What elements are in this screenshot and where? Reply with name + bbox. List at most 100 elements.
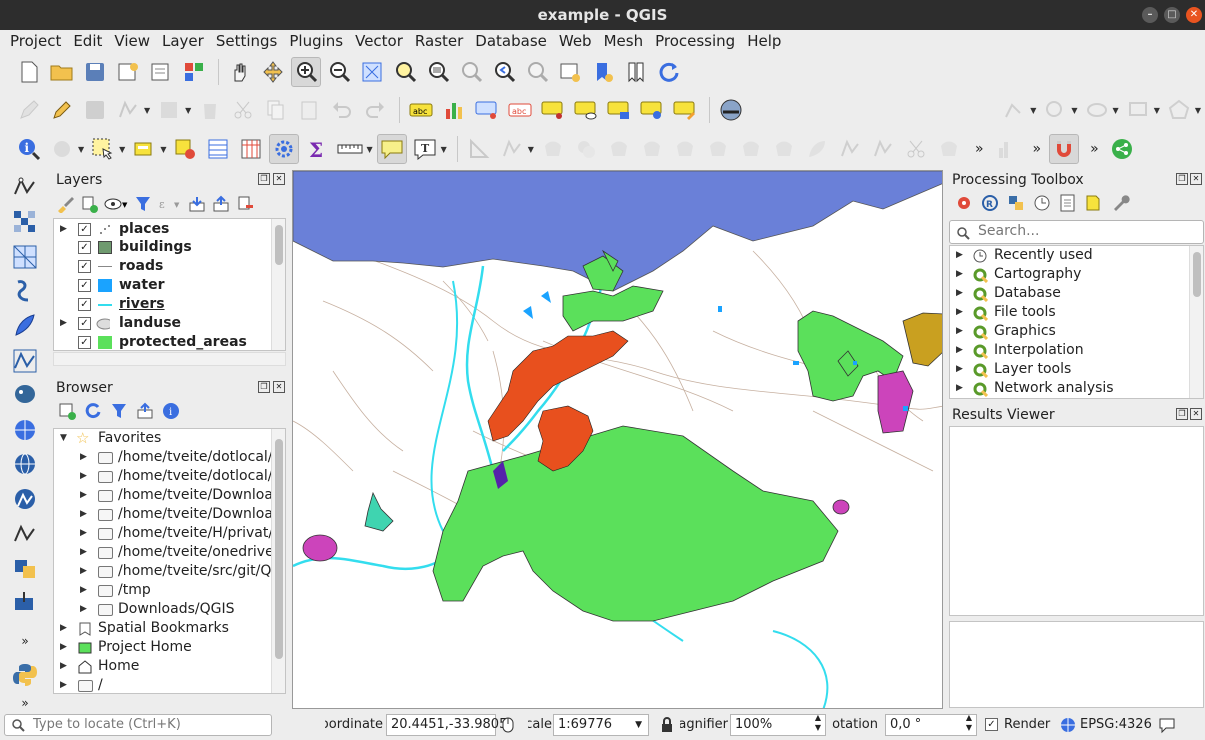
rotation-spinbox[interactable]: 0,0 ° ▲ ▼: [885, 713, 977, 736]
toolbox-item-layer-tools[interactable]: ▶ Layer tools: [950, 360, 1203, 379]
toggle-display-labels-button[interactable]: abc: [505, 95, 535, 125]
vector-tool-13-button[interactable]: [868, 134, 898, 164]
layers-hscrollbar[interactable]: [53, 352, 286, 366]
menu-plugins[interactable]: Plugins: [283, 30, 349, 52]
layer-visibility-checkbox[interactable]: ✓: [78, 260, 91, 273]
browser-item-home[interactable]: ▶ Home: [54, 657, 285, 676]
histogram-tool-button[interactable]: [992, 134, 1022, 164]
highlight-pinned-labels-button[interactable]: [472, 95, 502, 125]
more-tools-icon[interactable]: »: [21, 634, 28, 648]
vector-tool-9-button[interactable]: [736, 134, 766, 164]
select-features-button[interactable]: [88, 134, 118, 164]
share-button[interactable]: [1107, 134, 1137, 164]
refresh-icon[interactable]: [84, 402, 102, 420]
layer-row-roads[interactable]: ✓ roads: [54, 257, 285, 276]
add-spatialite-button[interactable]: [10, 346, 40, 375]
minimize-button[interactable]: –: [1142, 7, 1158, 23]
attribute-table-button[interactable]: [203, 134, 233, 164]
zoom-native-button[interactable]: [456, 57, 486, 87]
layer-labeling-options-button[interactable]: abc: [406, 95, 436, 125]
layout-manager-button[interactable]: [146, 57, 176, 87]
expand-arrow-icon[interactable]: ▶: [956, 246, 963, 265]
toolbox-scrollbar[interactable]: [1189, 246, 1203, 398]
expand-arrow-icon[interactable]: ▶: [956, 360, 963, 379]
show-hide-labels-button[interactable]: [571, 95, 601, 125]
advanced-digitizing-button[interactable]: [999, 95, 1029, 125]
add-more-layer-button[interactable]: [10, 589, 40, 618]
remove-layer-icon[interactable]: [236, 195, 254, 213]
select-by-value-button[interactable]: [129, 134, 159, 164]
toolbox-item-recently-used[interactable]: ▶ Recently used: [950, 246, 1203, 265]
expand-arrow-icon[interactable]: ▶: [60, 314, 67, 333]
menu-raster[interactable]: Raster: [409, 30, 469, 52]
vertex-tool-button[interactable]: [154, 95, 184, 125]
add-postgis-button[interactable]: [10, 381, 40, 410]
expand-arrow-icon[interactable]: ▶: [60, 676, 67, 693]
browser-scrollbar[interactable]: [271, 429, 285, 693]
new-project-button[interactable]: [14, 57, 44, 87]
new-map-view-button[interactable]: [555, 57, 585, 87]
maximize-button[interactable]: □: [1164, 7, 1180, 23]
add-geopackage-button[interactable]: [10, 312, 40, 341]
browser-item-folder[interactable]: ▶ /home/tveite/dotlocal/: [54, 448, 285, 467]
browser-item-folder[interactable]: ▶ Downloads/QGIS: [54, 600, 285, 619]
expand-arrow-icon[interactable]: ▶: [956, 341, 963, 360]
browser-item-project-home[interactable]: ▶ Project Home: [54, 638, 285, 657]
vector-tool-4-button[interactable]: [571, 134, 601, 164]
expand-arrow-icon[interactable]: ▶: [80, 581, 87, 600]
expand-arrow-icon[interactable]: ▶: [956, 284, 963, 303]
toolbox-item-cartography[interactable]: ▶ Cartography: [950, 265, 1203, 284]
zoom-full-button[interactable]: [357, 57, 387, 87]
redo-button[interactable]: [360, 95, 390, 125]
filter-expression-icon[interactable]: ε ▼: [158, 195, 182, 213]
save-project-button[interactable]: [80, 57, 110, 87]
close-panel-icon[interactable]: ✕: [1190, 173, 1202, 185]
expand-arrow-icon[interactable]: ▶: [956, 322, 963, 341]
zoom-to-selection-button[interactable]: [390, 57, 420, 87]
filter-funnel-icon[interactable]: [110, 402, 128, 420]
pin-unpin-labels-button[interactable]: [538, 95, 568, 125]
expand-arrow-icon[interactable]: ▶: [80, 600, 87, 619]
collapse-arrow-icon[interactable]: ▼: [60, 429, 67, 448]
add-feature-button[interactable]: [113, 95, 143, 125]
add-group-icon[interactable]: [80, 195, 98, 213]
data-source-manager-button[interactable]: [10, 173, 40, 202]
toolbox-item-interpolation[interactable]: ▶ Interpolation: [950, 341, 1203, 360]
layer-visibility-checkbox[interactable]: ✓: [78, 223, 91, 236]
add-wfs-layer-button[interactable]: [10, 450, 40, 479]
rotate-label-button[interactable]: [637, 95, 667, 125]
python-icon[interactable]: [1006, 193, 1026, 213]
menu-project[interactable]: Project: [4, 30, 67, 52]
lock-icon[interactable]: [660, 717, 674, 733]
ellipse-digitizing-button[interactable]: [1082, 95, 1112, 125]
visibility-eye-icon[interactable]: ▼: [104, 195, 128, 213]
layer-visibility-checkbox[interactable]: ✓: [78, 298, 91, 311]
render-checkbox[interactable]: ✓: [985, 718, 998, 731]
identify-features-button[interactable]: i: [14, 134, 44, 164]
layer-row-water[interactable]: ✓ water: [54, 276, 285, 295]
processing-search-input[interactable]: Search...: [949, 220, 1204, 244]
layers-scrollbar[interactable]: [271, 219, 285, 350]
vector-tool-11-button[interactable]: [802, 134, 832, 164]
vector-tool-7-button[interactable]: [670, 134, 700, 164]
statistical-summary-button[interactable]: Σ: [302, 134, 332, 164]
python-console-button[interactable]: [10, 660, 40, 689]
vector-tool-10-button[interactable]: [769, 134, 799, 164]
add-raster-layer-button[interactable]: [10, 208, 40, 237]
pan-to-selection-button[interactable]: [258, 57, 288, 87]
paste-features-button[interactable]: [294, 95, 324, 125]
cut-features-button[interactable]: [228, 95, 258, 125]
toolbox-button[interactable]: [269, 134, 300, 164]
new-bookmark-button[interactable]: [588, 57, 618, 87]
expand-arrow-icon[interactable]: ▶: [60, 220, 67, 239]
expand-arrow-icon[interactable]: ▶: [956, 379, 963, 398]
change-label-button[interactable]: [670, 95, 700, 125]
messages-icon[interactable]: [1158, 716, 1176, 734]
locator-search-input[interactable]: Type to locate (Ctrl+K): [4, 714, 272, 736]
undo-button[interactable]: [327, 95, 357, 125]
menu-layer[interactable]: Layer: [156, 30, 210, 52]
browser-item-folder[interactable]: ▶ /tmp: [54, 581, 285, 600]
magnifier-spinbox[interactable]: 100% ▲ ▼: [730, 713, 826, 736]
expand-arrow-icon[interactable]: ▶: [60, 657, 67, 676]
close-button[interactable]: ✕: [1186, 7, 1202, 23]
